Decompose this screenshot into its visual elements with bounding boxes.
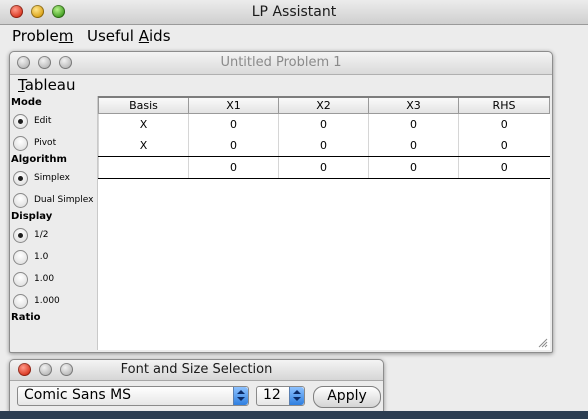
radio-icon[interactable] [13,294,28,309]
select-arrows-icon[interactable] [233,387,248,405]
radio-icon[interactable] [13,228,28,243]
table-cell[interactable]: 0 [188,156,279,179]
table-cell[interactable]: 0 [278,135,369,157]
font-window-titlebar: Font and Size Selection [10,360,383,381]
tableau-area[interactable]: Basis X1 X2 X3 RHS X 0 0 0 0 X 0 0 0 0 0… [97,96,550,350]
table-cell[interactable]: 0 [368,135,459,157]
font-family-value: Comic Sans MS [24,387,132,403]
radio-icon[interactable] [13,272,28,287]
ratio-label: Ratio [11,312,41,323]
font-window-title: Font and Size Selection [120,362,273,377]
table-cell[interactable]: 0 [368,113,459,135]
main-window: LP Assistant Problem Useful Aids Untitle… [0,0,588,419]
table-cell[interactable]: 0 [278,156,369,179]
app-title: LP Assistant [251,4,337,20]
select-arrows-icon[interactable] [289,387,304,405]
resize-grip-icon[interactable] [538,338,548,348]
radio-icon[interactable] [13,114,28,129]
table-cell[interactable]: 0 [458,113,550,135]
radio-icon[interactable] [13,250,28,265]
objective-row: 0 0 0 0 [98,156,550,179]
table-cell[interactable]: X [98,113,189,135]
problem-window-title: Untitled Problem 1 [220,55,342,70]
menubar: Problem Useful Aids [0,25,588,47]
radio-icon[interactable] [13,171,28,186]
algorithm-label: Algorithm [11,154,67,165]
font-size-window: Font and Size Selection Comic Sans MS 12… [9,359,384,412]
table-row: X 0 0 0 0 [98,135,550,157]
column-header-basis[interactable]: Basis [98,96,189,114]
column-header-x1[interactable]: X1 [188,96,279,114]
desktop-background [0,411,588,419]
table-cell[interactable]: 0 [368,156,459,179]
table-cell[interactable]: 0 [458,135,550,157]
table-cell[interactable]: 0 [278,113,369,135]
font-size-value: 12 [263,387,281,403]
radio-icon[interactable] [13,193,28,208]
font-size-select[interactable]: 12 [256,386,305,406]
menu-useful-aids[interactable]: Useful Aids [87,27,171,45]
apply-button[interactable]: Apply [313,386,381,408]
table-row: X 0 0 0 0 [98,113,550,135]
mode-label: Mode [11,97,42,108]
table-cell[interactable]: X [98,135,189,157]
table-cell[interactable] [98,156,189,179]
table-cell[interactable]: 0 [188,135,279,157]
column-header-x3[interactable]: X3 [368,96,459,114]
problem-window: Untitled Problem 1 Tableau Mode Edit Piv… [9,51,553,353]
main-titlebar: LP Assistant [0,0,588,25]
radio-icon[interactable] [13,136,28,151]
table-cell[interactable]: 0 [458,156,550,179]
menu-tableau[interactable]: Tableau [18,76,76,94]
display-label: Display [11,211,53,222]
font-family-select[interactable]: Comic Sans MS [17,386,249,406]
column-header-rhs[interactable]: RHS [458,96,550,114]
column-header-x2[interactable]: X2 [278,96,369,114]
problem-window-titlebar: Untitled Problem 1 [10,52,552,75]
table-cell[interactable]: 0 [188,113,279,135]
tableau-table: Basis X1 X2 X3 RHS X 0 0 0 0 X 0 0 0 0 0… [98,96,550,179]
menu-problem[interactable]: Problem [12,27,73,45]
